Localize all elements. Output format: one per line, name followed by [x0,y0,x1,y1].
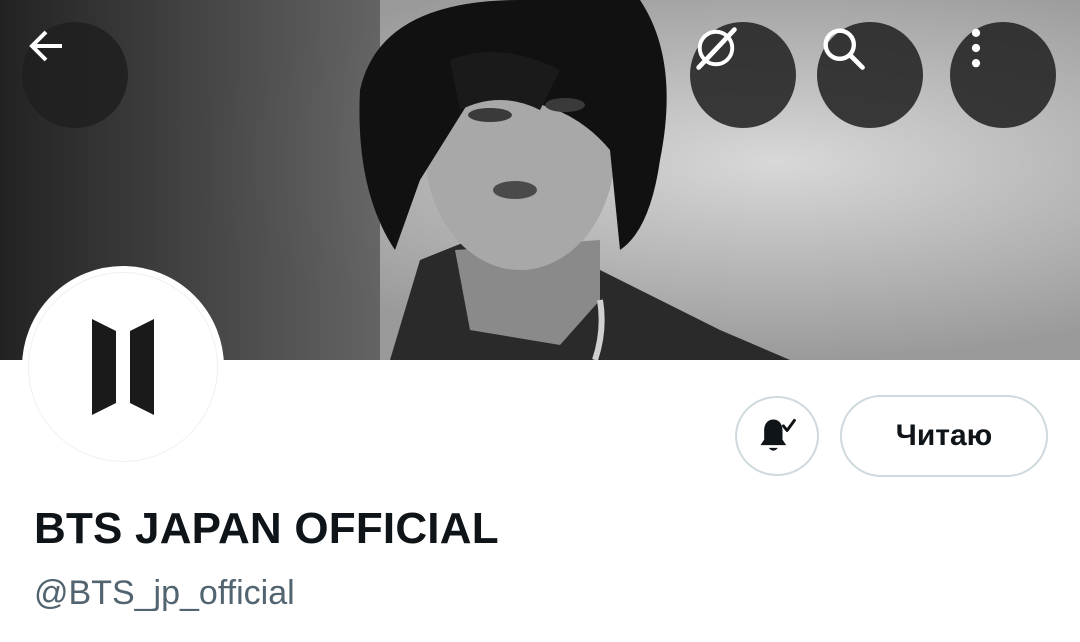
bell-check-icon [760,418,796,451]
avatar-image [28,272,218,462]
search-icon [823,28,865,70]
back-button[interactable] [22,22,128,128]
more-vertical-icon [971,28,981,68]
search-button[interactable] [817,22,923,128]
bts-logo-icon [92,319,154,415]
notifications-button[interactable] [735,396,819,476]
display-name: BTS JAPAN OFFICIAL [34,504,499,553]
grok-button[interactable] [690,22,796,128]
profile-avatar[interactable] [22,266,224,468]
more-button[interactable] [950,22,1056,128]
arrow-left-icon [29,30,62,62]
grok-icon [696,27,737,70]
username-handle: @BTS_jp_official [34,574,295,612]
following-button[interactable]: Читаю [840,395,1048,477]
